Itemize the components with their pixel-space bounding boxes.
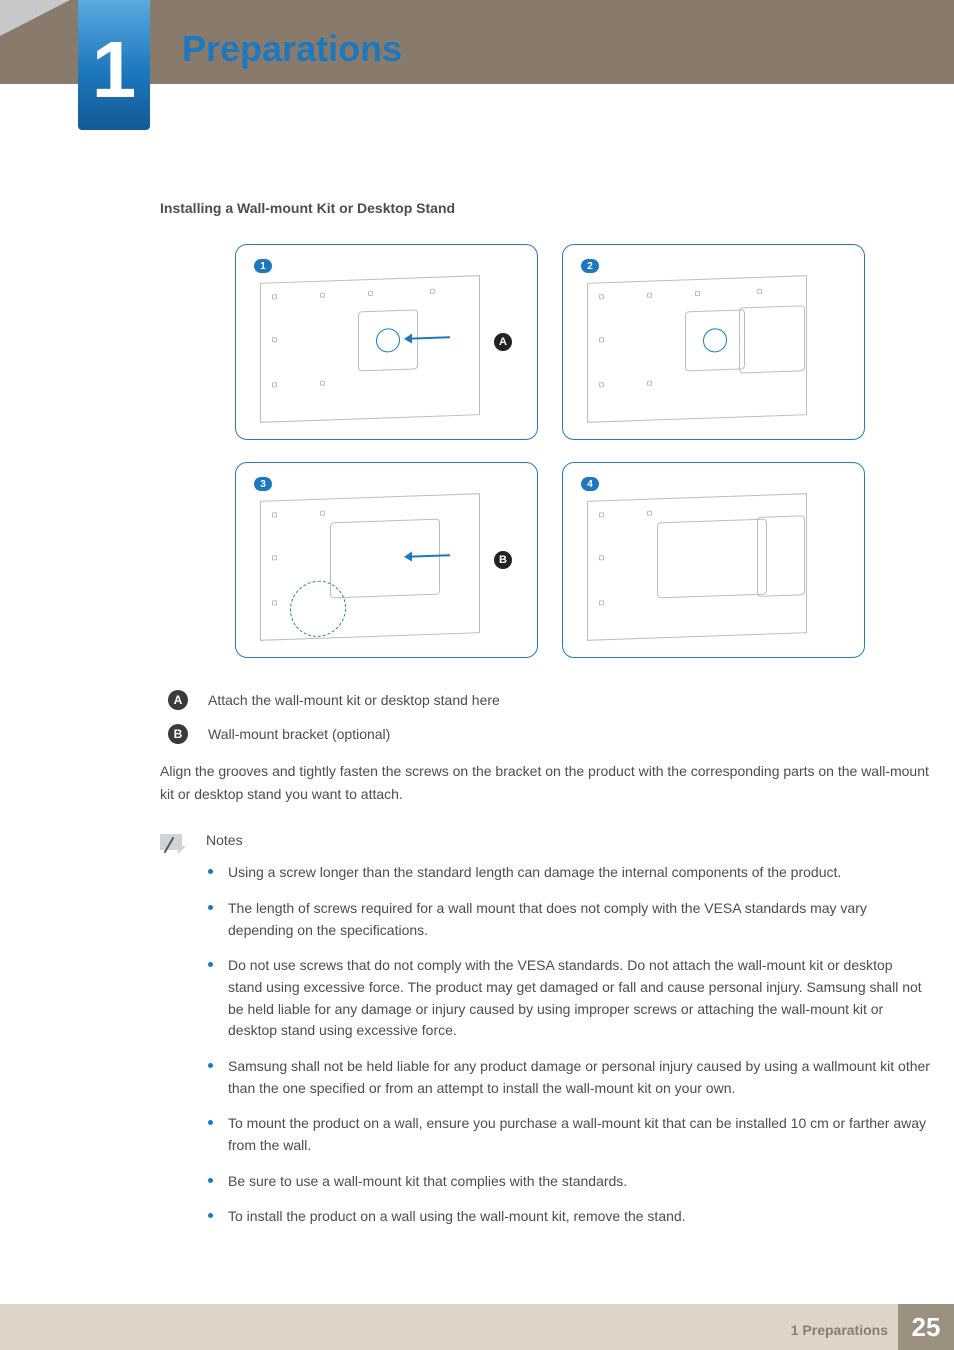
diagram-group: 1 A 2 (235, 244, 865, 658)
legend: A Attach the wall-mount kit or desktop s… (160, 690, 940, 744)
notes-section: Notes Using a screw longer than the stan… (160, 832, 940, 1242)
legend-text-a: Attach the wall-mount kit or desktop sta… (208, 692, 500, 708)
legend-row-b: B Wall-mount bracket (optional) (168, 724, 940, 744)
step-badge-4: 4 (581, 477, 599, 491)
diagram-panel-2: 2 (562, 244, 865, 440)
note-item: Using a screw longer than the standard l… (228, 862, 940, 884)
legend-badge-b: B (168, 724, 188, 744)
chapter-title: Preparations (182, 28, 402, 70)
step-badge-2: 2 (581, 259, 599, 273)
diagram-panel-4: 4 (562, 462, 865, 658)
letter-badge-b: B (494, 551, 512, 569)
content-area: Installing a Wall-mount Kit or Desktop S… (160, 200, 940, 1242)
footer-label: 1 Preparations (791, 1322, 888, 1338)
step-badge-3: 3 (254, 477, 272, 491)
notes-list: Using a screw longer than the standard l… (206, 862, 940, 1228)
footer-page-box: 25 (898, 1304, 954, 1350)
notes-heading: Notes (206, 832, 940, 848)
header-triangle-decor (0, 0, 70, 36)
note-item: Samsung shall not be held liable for any… (228, 1056, 940, 1099)
legend-badge-a: A (168, 690, 188, 710)
note-item: To install the product on a wall using t… (228, 1206, 940, 1228)
note-item: Do not use screws that do not comply wit… (228, 955, 940, 1042)
note-item: The length of screws required for a wall… (228, 898, 940, 941)
chapter-number: 1 (92, 30, 137, 110)
letter-badge-a: A (494, 333, 512, 351)
diagram-panel-3: 3 B (235, 462, 538, 658)
footer-page-number: 25 (912, 1312, 941, 1343)
note-item: To mount the product on a wall, ensure y… (228, 1113, 940, 1156)
step-badge-1: 1 (254, 259, 272, 273)
section-heading: Installing a Wall-mount Kit or Desktop S… (160, 200, 940, 216)
body-paragraph: Align the grooves and tightly fasten the… (160, 760, 940, 806)
legend-row-a: A Attach the wall-mount kit or desktop s… (168, 690, 940, 710)
chapter-number-block: 1 (78, 0, 150, 130)
legend-text-b: Wall-mount bracket (optional) (208, 726, 390, 742)
note-item: Be sure to use a wall-mount kit that com… (228, 1171, 940, 1193)
pencil-note-icon (160, 834, 186, 854)
diagram-panel-1: 1 A (235, 244, 538, 440)
